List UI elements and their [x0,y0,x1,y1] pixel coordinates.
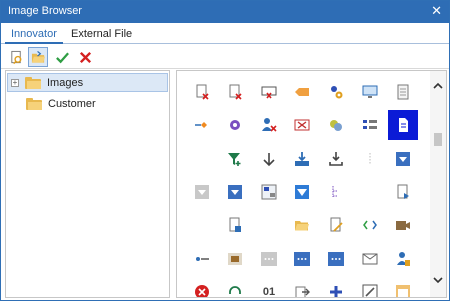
ellipsis-blue-icon[interactable] [326,249,346,269]
check-icon [55,52,69,63]
list-icon[interactable] [360,115,380,135]
vertical-scrollbar[interactable] [430,71,446,297]
dropdown-white-icon[interactable] [292,182,312,202]
tree-item-label: Customer [48,97,96,110]
title-bar: Image Browser ✕ [1,1,449,23]
tree-item-customer[interactable]: Customer [7,94,168,113]
inbox-download-icon[interactable] [292,149,312,169]
users-gear-icon[interactable] [326,82,346,102]
window-orange-icon[interactable] [393,282,413,297]
binary-icon[interactable]: 01 [259,282,279,297]
coins-icon[interactable] [326,115,346,135]
tree-item-images[interactable]: + Images [7,73,168,92]
tab-strip: Innovator External File [1,23,449,44]
arrow-down-icon[interactable] [259,149,279,169]
page-selected-icon[interactable] [388,110,418,140]
tag-icon[interactable] [292,82,312,102]
icon-grid: 01 [176,70,447,298]
envelope-icon[interactable] [360,249,380,269]
frame-arrow-icon[interactable] [360,282,380,297]
box-brown-icon[interactable] [225,249,245,269]
dropdown-blue-icon[interactable] [225,182,245,202]
plus-blue-icon[interactable] [326,282,346,297]
user-x-icon[interactable] [259,115,279,135]
toolbar [1,45,449,69]
folder-open-icon[interactable] [292,215,312,235]
monitor-icon[interactable] [360,82,380,102]
tab-innovator[interactable]: Innovator [5,26,63,44]
scrollbar-thumb[interactable] [434,133,442,146]
confirm-button[interactable] [52,47,72,67]
tree-small-icon[interactable] [326,182,346,202]
doc-pencil-icon[interactable] [326,215,346,235]
user-doc-icon[interactable] [393,249,413,269]
stop-red-icon[interactable] [192,282,212,297]
folder-icon [25,76,41,89]
doc-x-icon[interactable] [225,82,245,102]
download-icon[interactable] [326,149,346,169]
folder-tree: + Images Customer [5,70,170,298]
ellipsis-gray-icon[interactable] [259,249,279,269]
camera-icon[interactable] [393,215,413,235]
line-dot-icon[interactable] [192,249,212,269]
grid-form-icon[interactable] [259,182,279,202]
headset-icon[interactable] [225,282,245,297]
export-icon[interactable] [292,282,312,297]
dotted-line-icon[interactable] [360,149,380,169]
scroll-down-icon[interactable] [433,275,443,285]
close-icon[interactable]: ✕ [431,4,442,18]
arrows-diamond-icon[interactable] [360,215,380,235]
scroll-up-icon[interactable] [433,81,443,91]
delete-x-icon [79,51,91,63]
ellipsis-blue-icon[interactable] [292,249,312,269]
open-folder-button[interactable] [28,47,48,67]
folder-icon [26,97,42,110]
window-title: Image Browser [8,5,82,17]
delete-button[interactable] [75,47,95,67]
doc-play-icon[interactable] [393,182,413,202]
new-image-icon [10,50,21,64]
expand-toggle[interactable]: + [11,78,19,87]
mail-x-icon[interactable] [292,115,312,135]
doc-question-icon[interactable] [225,215,245,235]
document-lines-icon[interactable] [393,82,413,102]
open-folder-icon [31,50,45,63]
card-x-icon[interactable] [259,82,279,102]
dropdown-gray-icon[interactable] [192,182,212,202]
filter-add-icon[interactable] [225,149,245,169]
gear-purple-icon[interactable] [225,115,245,135]
dropdown-blue-icon[interactable] [393,149,413,169]
tab-external-file[interactable]: External File [65,26,138,44]
new-image-button[interactable] [6,47,26,67]
tree-item-label: Images [47,76,84,89]
image-browser-window: Image Browser ✕ Innovator External File [0,0,450,301]
diamond-arrow-icon[interactable] [192,115,212,135]
doc-x-icon[interactable] [192,82,212,102]
